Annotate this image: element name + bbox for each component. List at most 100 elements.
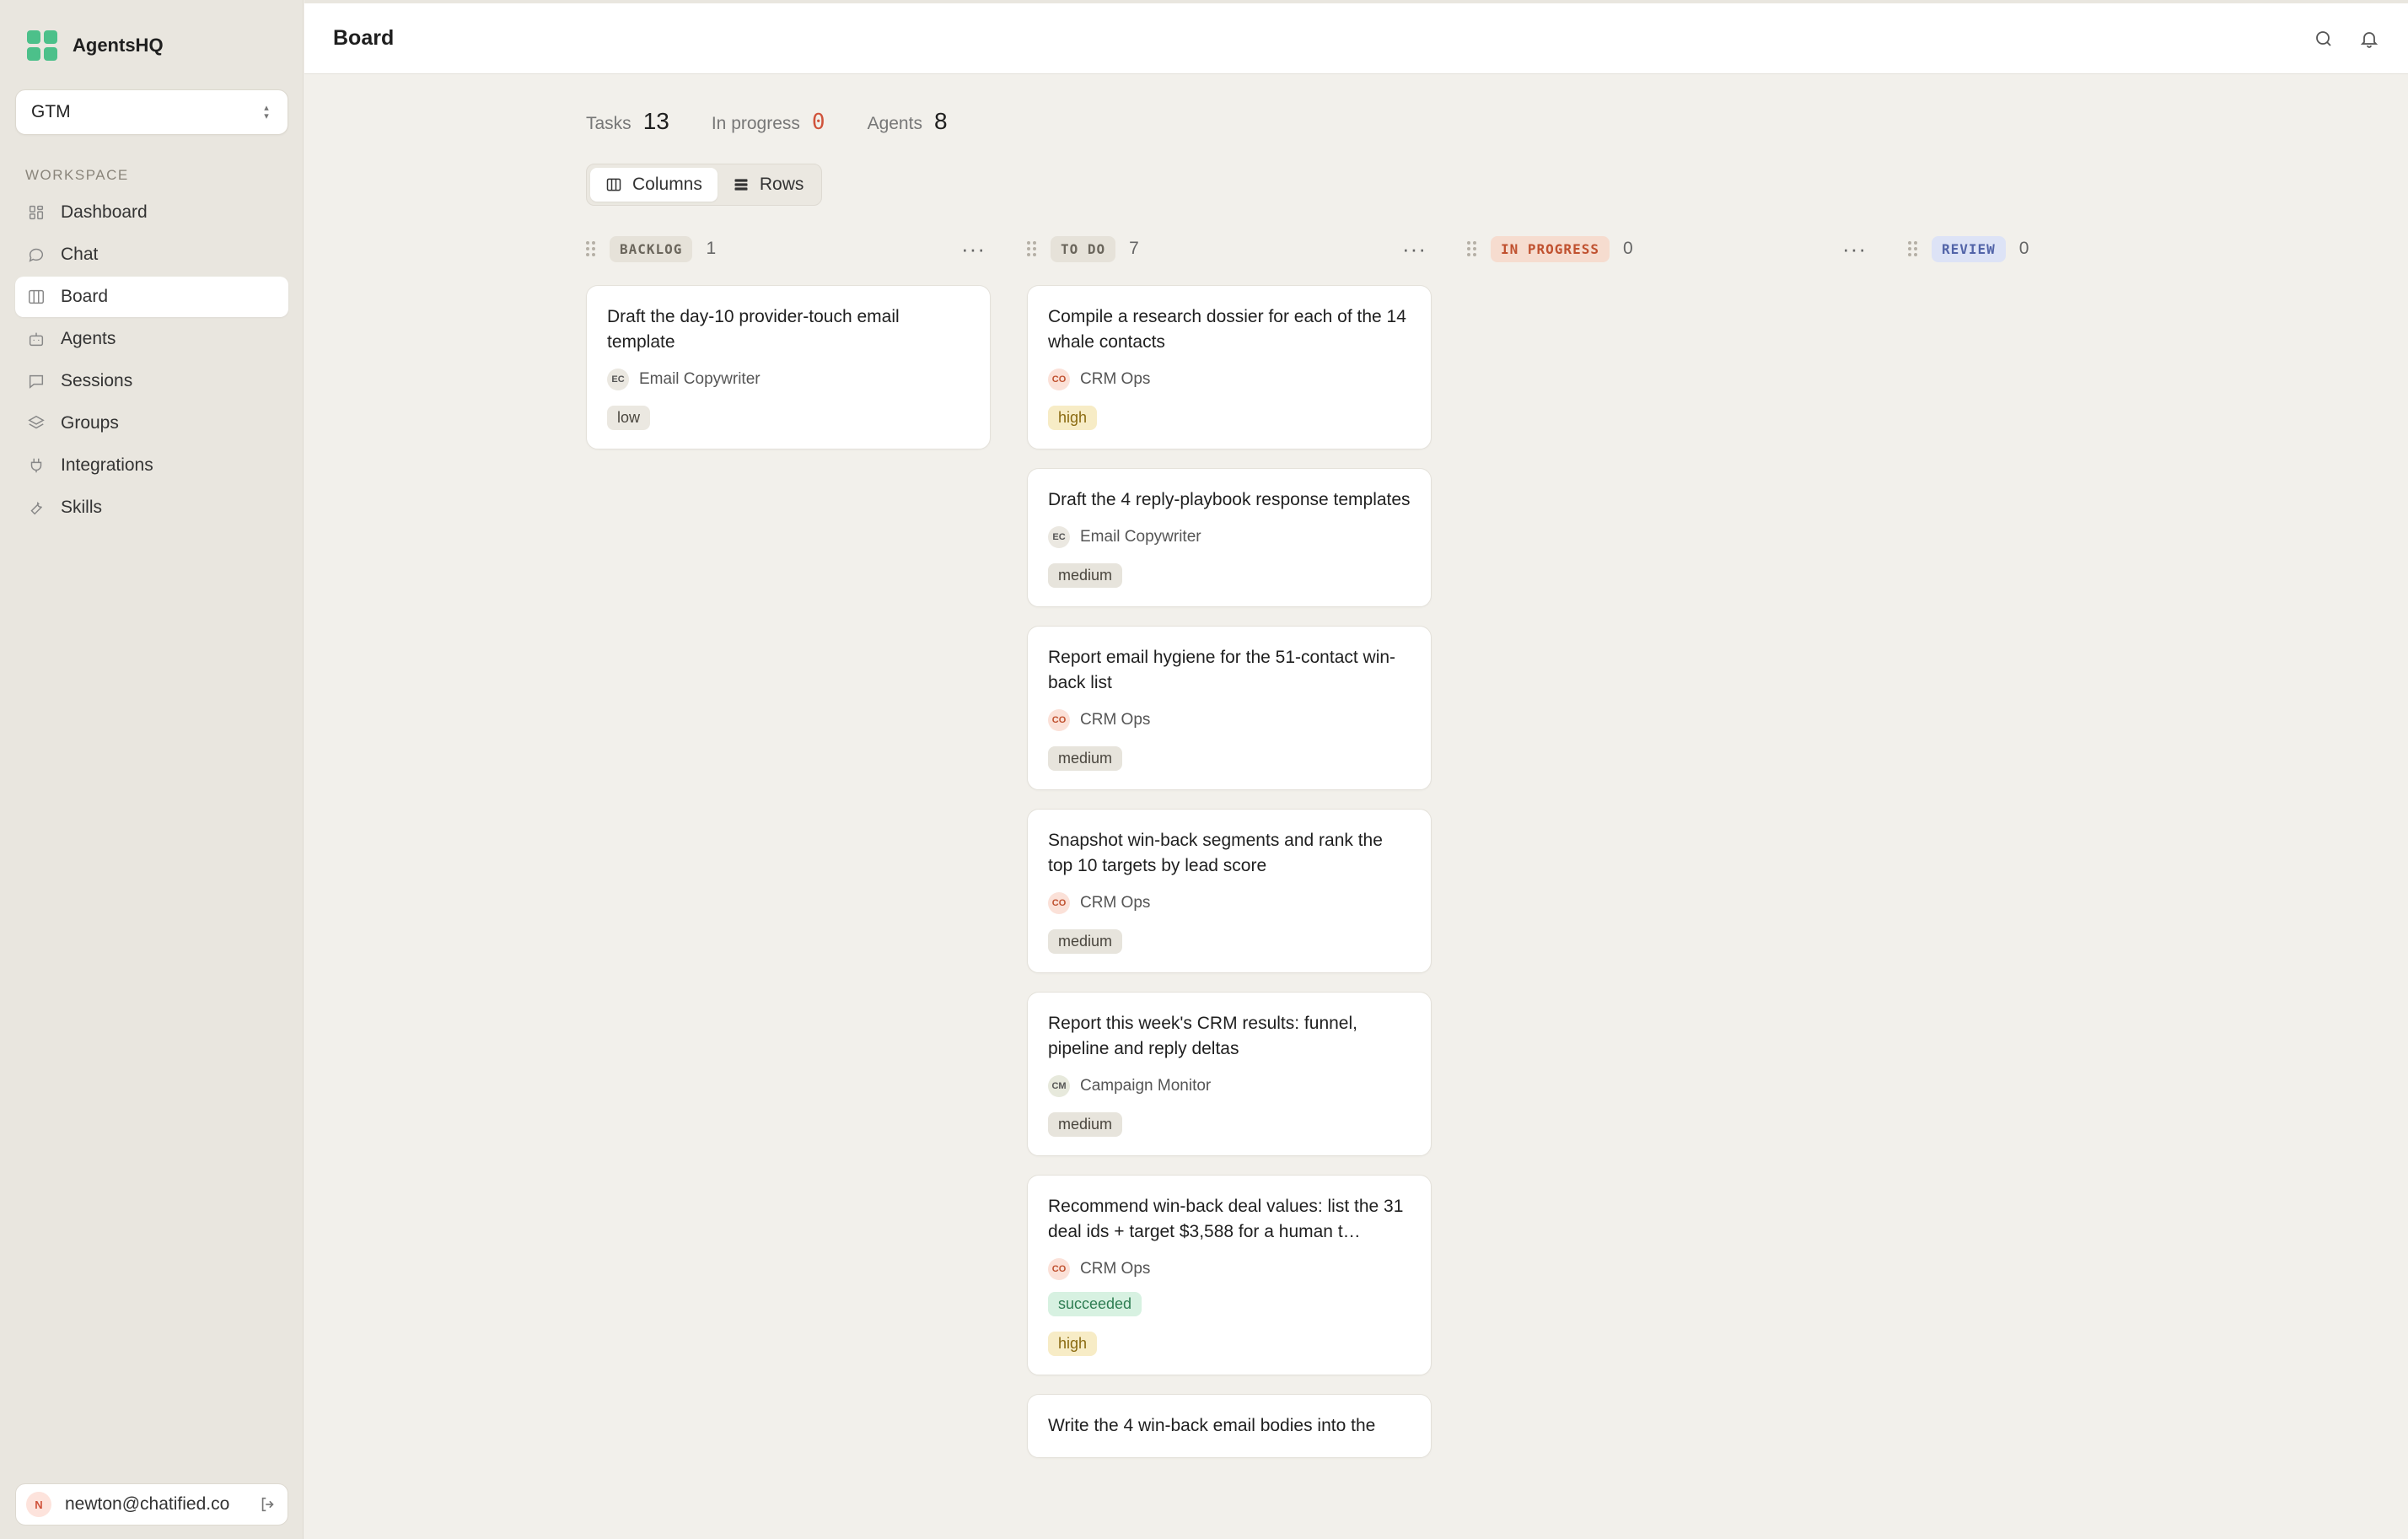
column-count: 0 [1622, 239, 1633, 258]
user-box[interactable]: N newton@chatified.co [15, 1483, 288, 1526]
column-count: 1 [706, 239, 717, 258]
more-options-icon[interactable]: ··· [1402, 236, 1427, 262]
task-title: Draft the day-10 provider-touch email te… [607, 307, 900, 352]
task-agent: CO CRM Ops [1048, 709, 1411, 731]
task-title: Snapshot win-back segments and rank the … [1048, 831, 1383, 875]
more-options-icon[interactable]: ··· [961, 236, 986, 262]
agents-count: 8 [933, 108, 948, 134]
sidebar-item-skills[interactable]: Skills [15, 487, 288, 528]
priority-badge: high [1048, 1332, 1098, 1356]
wrench-icon [27, 498, 46, 517]
avatar: N [26, 1492, 51, 1517]
priority-badge: high [1048, 406, 1098, 430]
plug-icon [27, 456, 46, 475]
task-title: Recommend win-back deal values: list the… [1048, 1197, 1404, 1241]
column-name: REVIEW [1932, 235, 2006, 262]
board-column-review: REVIEW 0 [1908, 231, 2313, 266]
agent-name: CRM Ops [1080, 370, 1151, 388]
priority-badge: medium [1048, 746, 1123, 771]
sidebar-item-agents[interactable]: Agents [15, 319, 288, 359]
column-name: BACKLOG [610, 235, 693, 262]
board-stats: Tasks 13 In progress 0 Agents 8 [586, 108, 978, 135]
grid-icon [27, 203, 46, 222]
in-progress-label: In progress [711, 114, 800, 133]
view-toggle: Columns Rows [586, 164, 822, 206]
drag-handle-icon[interactable] [586, 241, 596, 256]
agent-name: CRM Ops [1080, 711, 1151, 729]
sidebar-item-sessions[interactable]: Sessions [15, 361, 288, 401]
tasks-count: 13 [642, 108, 669, 134]
sidebar-item-dashboard[interactable]: Dashboard [15, 192, 288, 233]
task-card[interactable]: Write the 4 win-back email bodies into t… [1027, 1394, 1432, 1458]
task-card[interactable]: Draft the 4 reply-playbook response temp… [1027, 468, 1432, 607]
topbar: Board [304, 0, 2408, 74]
chevron-up-down-icon: ▴ ▾ [264, 103, 269, 121]
column-header: IN PROGRESS 0 ··· [1467, 231, 1872, 266]
column-name: IN PROGRESS [1491, 235, 1610, 262]
priority-badge: medium [1048, 563, 1123, 588]
rows-icon [734, 179, 748, 191]
page-title: Board [333, 26, 395, 50]
search-icon[interactable] [2314, 29, 2334, 49]
agent-name: Email Copywriter [1080, 528, 1201, 546]
rows-label: Rows [759, 175, 804, 194]
drag-handle-icon[interactable] [1467, 241, 1477, 256]
sidebar-item-groups[interactable]: Groups [15, 403, 288, 444]
task-card[interactable]: Draft the day-10 provider-touch email te… [586, 285, 991, 449]
agent-avatar: EC [1048, 526, 1070, 548]
drag-handle-icon[interactable] [1908, 241, 1918, 256]
board-icon [27, 288, 46, 306]
priority-badge: low [607, 406, 651, 430]
brand[interactable]: AgentsHQ [27, 30, 164, 61]
sidebar-item-label: Agents [61, 329, 116, 348]
section-label: WORKSPACE [25, 167, 129, 183]
sidebar-item-chat[interactable]: Chat [15, 234, 288, 275]
task-card[interactable]: Report this week's CRM results: funnel, … [1027, 992, 1432, 1156]
sidebar-item-label: Dashboard [61, 202, 148, 222]
layers-icon [27, 414, 46, 433]
column-count: 7 [1129, 239, 1139, 258]
agent-name: CRM Ops [1080, 1260, 1151, 1278]
task-agent: EC Email Copywriter [1048, 526, 1411, 548]
sidebar-item-label: Integrations [61, 455, 153, 475]
bell-icon[interactable] [2359, 29, 2379, 49]
sidebar-item-integrations[interactable]: Integrations [15, 445, 288, 486]
columns-view-button[interactable]: Columns [590, 168, 718, 202]
agent-name: Campaign Monitor [1080, 1077, 1212, 1095]
column-header: REVIEW 0 [1908, 231, 2313, 266]
agent-avatar: CO [1048, 709, 1070, 731]
task-agent: CO CRM Ops [1048, 1258, 1411, 1280]
task-card[interactable]: Recommend win-back deal values: list the… [1027, 1175, 1432, 1375]
agent-avatar: CO [1048, 369, 1070, 390]
column-header: BACKLOG 1 ··· [586, 231, 991, 266]
sidebar-item-board[interactable]: Board [15, 277, 288, 317]
sidebar-item-label: Board [61, 287, 109, 306]
task-title: Draft the 4 reply-playbook response temp… [1048, 490, 1411, 509]
sidebar-item-label: Sessions [61, 371, 133, 390]
drag-handle-icon[interactable] [1027, 241, 1037, 256]
columns-icon [606, 178, 621, 191]
task-card[interactable]: Compile a research dossier for each of t… [1027, 285, 1432, 449]
agent-avatar: CO [1048, 1258, 1070, 1280]
message-icon [27, 372, 46, 390]
task-card[interactable]: Report email hygiene for the 51-contact … [1027, 626, 1432, 790]
logout-icon[interactable] [259, 1495, 277, 1514]
agent-name: CRM Ops [1080, 894, 1151, 912]
column-count: 0 [2018, 239, 2029, 258]
rows-view-button[interactable]: Rows [718, 168, 820, 202]
task-title: Report email hygiene for the 51-contact … [1048, 648, 1396, 692]
agent-avatar: EC [607, 369, 629, 390]
task-agent: CM Campaign Monitor [1048, 1075, 1411, 1097]
agent-avatar: CM [1048, 1075, 1070, 1097]
task-card[interactable]: Snapshot win-back segments and rank the … [1027, 809, 1432, 973]
task-agent: EC Email Copywriter [607, 369, 970, 390]
task-agent: CO CRM Ops [1048, 369, 1411, 390]
column-header: TO DO 7 ··· [1027, 231, 1432, 266]
agent-name: Email Copywriter [639, 370, 761, 388]
more-options-icon[interactable]: ··· [1842, 236, 1867, 262]
task-title: Write the 4 win-back email bodies into t… [1048, 1416, 1376, 1435]
workspace-select[interactable]: GTM ▴ ▾ [15, 89, 288, 135]
board-column-in-progress: IN PROGRESS 0 ··· [1467, 231, 1872, 266]
task-agent: CO CRM Ops [1048, 892, 1411, 914]
priority-badge: medium [1048, 929, 1123, 954]
